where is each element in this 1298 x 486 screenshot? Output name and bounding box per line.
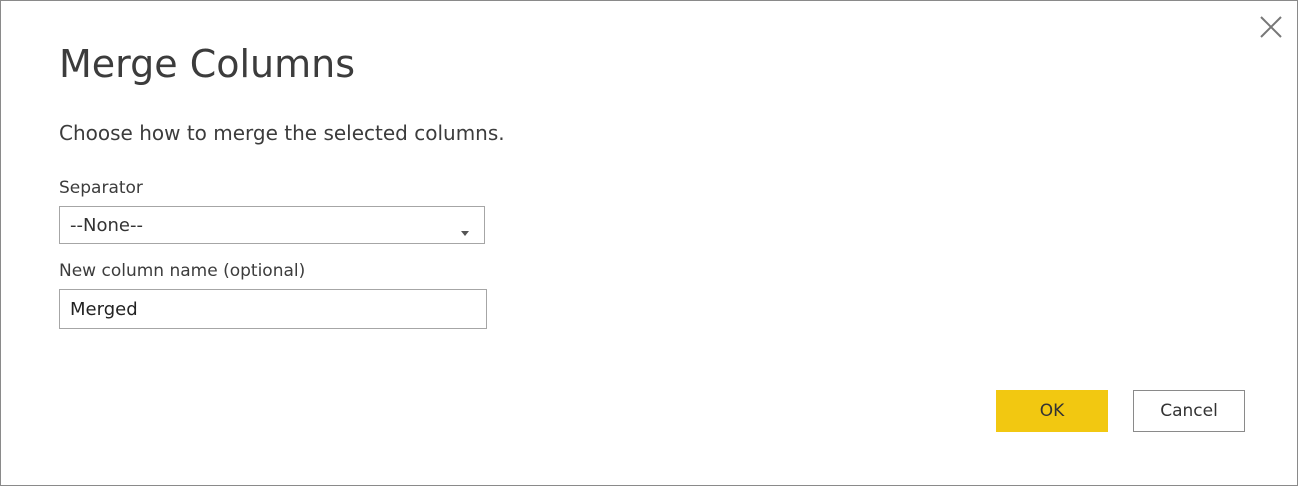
separator-label: Separator <box>59 178 143 198</box>
dialog-instructions: Choose how to merge the selected columns… <box>59 121 505 145</box>
new-column-name-input[interactable] <box>59 289 487 329</box>
ok-button[interactable]: OK <box>996 390 1108 432</box>
merge-columns-dialog: Merge Columns Choose how to merge the se… <box>0 0 1298 486</box>
dropdown-arrow-icon <box>460 222 470 236</box>
dialog-title: Merge Columns <box>59 42 356 86</box>
separator-selected-value: --None-- <box>70 215 143 236</box>
close-icon <box>1257 13 1285 41</box>
cancel-button[interactable]: Cancel <box>1133 390 1245 432</box>
separator-dropdown[interactable]: --None-- <box>59 206 485 244</box>
new-column-name-label: New column name (optional) <box>59 261 306 281</box>
close-button[interactable] <box>1257 13 1285 41</box>
